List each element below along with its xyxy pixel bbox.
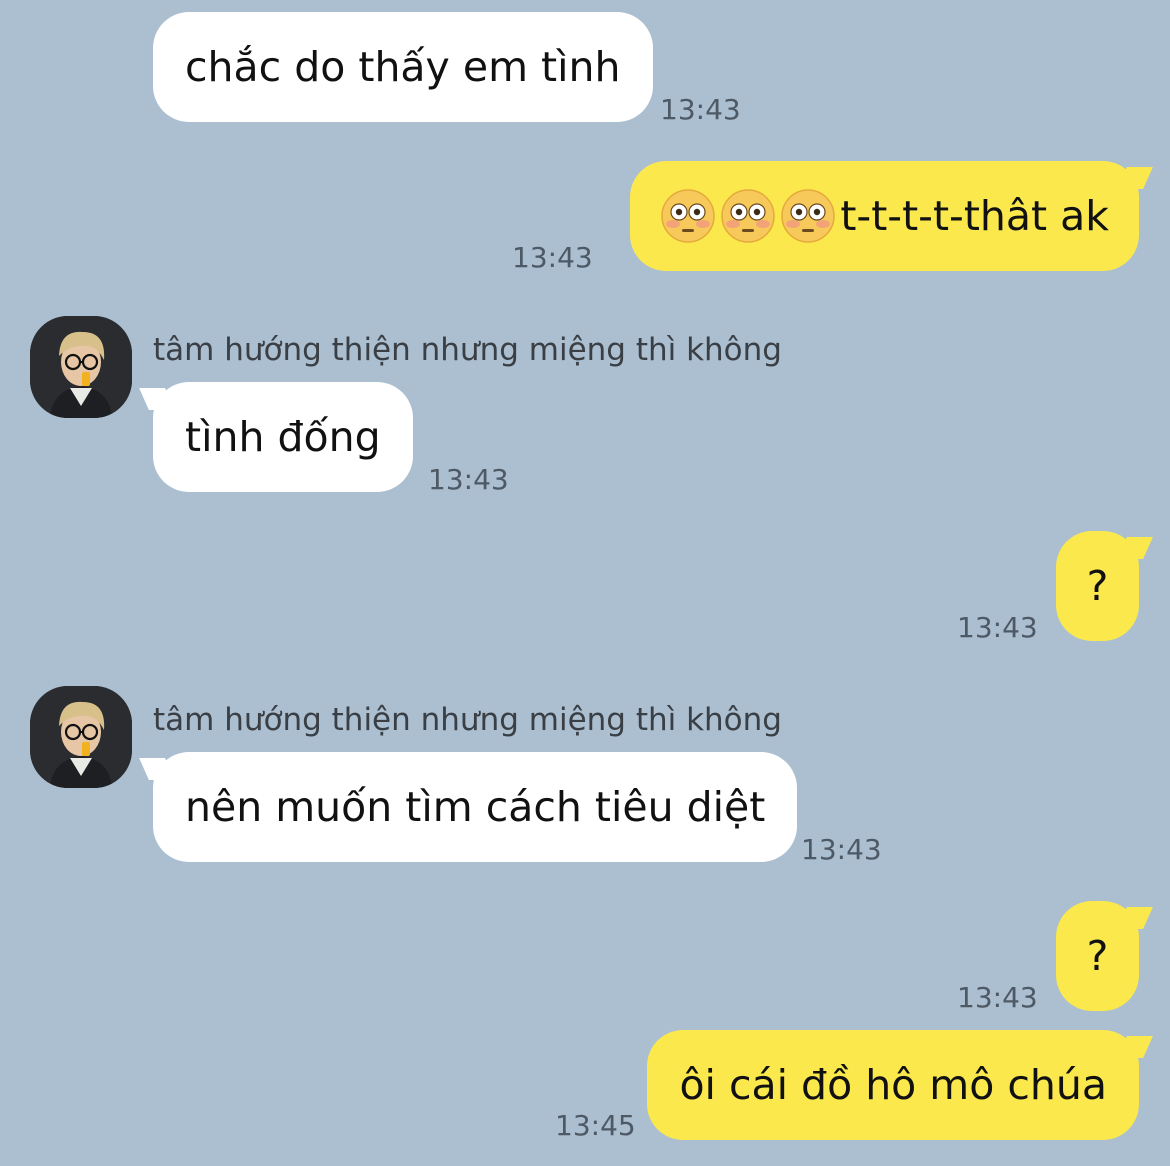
message-timestamp: 13:43 <box>428 463 509 496</box>
flushed-face-icon <box>781 189 836 243</box>
message-timestamp: 13:43 <box>660 93 741 126</box>
message-timestamp: 13:45 <box>555 1109 636 1142</box>
profile-photo-icon <box>30 686 132 788</box>
message-timestamp: 13:43 <box>801 833 882 866</box>
message-timestamp: 13:43 <box>957 981 1038 1014</box>
avatar[interactable] <box>30 316 132 418</box>
outgoing-message-bubble[interactable]: ? <box>1056 901 1139 1011</box>
flushed-face-icon <box>721 189 776 243</box>
incoming-message-bubble[interactable]: chắc do thấy em tình <box>153 12 653 122</box>
avatar[interactable] <box>30 686 132 788</box>
message-text: ? <box>1086 932 1109 980</box>
message-timestamp: 13:43 <box>957 611 1038 644</box>
message-text: ôi cái đồ hô mô chúa <box>679 1061 1107 1109</box>
message-text: t-t-t-t-thât ak <box>840 192 1109 240</box>
message-text: nên muốn tìm cách tiêu diệt <box>185 783 766 831</box>
sender-name: tâm hướng thiện nhưng miệng thì không <box>153 332 782 368</box>
chat-thread[interactable]: chắc do thấy em tình 13:43 13:43 t-t-t-t… <box>0 0 1170 1166</box>
incoming-message-bubble[interactable]: nên muốn tìm cách tiêu diệt <box>153 752 798 862</box>
message-text: chắc do thấy em tình <box>185 43 621 91</box>
message-timestamp: 13:43 <box>512 241 593 274</box>
incoming-message-bubble[interactable]: tình đống <box>153 382 413 492</box>
message-text: ? <box>1086 562 1109 610</box>
outgoing-message-bubble[interactable]: ? <box>1056 531 1139 641</box>
flushed-face-icon <box>661 189 716 243</box>
outgoing-message-bubble[interactable]: ôi cái đồ hô mô chúa <box>647 1030 1139 1140</box>
message-text: tình đống <box>185 413 381 461</box>
profile-photo-icon <box>30 316 132 418</box>
sender-name: tâm hướng thiện nhưng miệng thì không <box>153 702 782 738</box>
outgoing-message-bubble[interactable]: t-t-t-t-thât ak <box>630 161 1139 271</box>
